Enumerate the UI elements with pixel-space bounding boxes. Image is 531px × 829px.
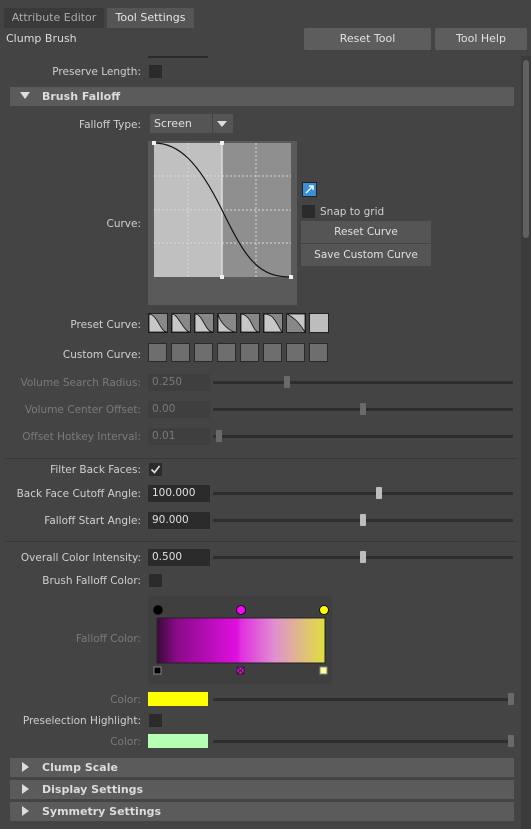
clipped-field <box>148 56 208 58</box>
custom-curve-8[interactable] <box>309 343 328 362</box>
highlight-color-swatch[interactable] <box>148 734 208 748</box>
check-icon <box>150 465 161 474</box>
curve-label: Curve: <box>106 218 141 230</box>
offset-hotkey-interval-field[interactable]: 0.01 <box>148 428 210 445</box>
volume-search-radius-label: Volume Search Radius: <box>20 377 141 389</box>
custom-curve-6[interactable] <box>263 343 282 362</box>
volume-center-offset-handle[interactable] <box>360 403 366 415</box>
falloff-color-ramp[interactable] <box>148 596 332 684</box>
preset-curve-8[interactable] <box>309 313 329 333</box>
tool-settings-panel: Preserve Length: Brush Falloff Falloff T… <box>6 56 518 829</box>
preset-curve-4[interactable] <box>217 313 237 333</box>
preset-curve-2[interactable] <box>171 313 191 333</box>
expand-arrow-icon <box>22 762 29 772</box>
filter-back-faces-label: Filter Back Faces: <box>50 464 141 476</box>
custom-curve-3[interactable] <box>194 343 213 362</box>
falloff-type-value: Screen <box>154 117 192 130</box>
save-custom-curve-button[interactable]: Save Custom Curve <box>301 244 431 266</box>
tab-tool-settings[interactable]: Tool Settings <box>107 8 194 28</box>
curve-editor-frame <box>148 141 297 305</box>
section-clump-scale[interactable]: Clump Scale <box>10 758 514 777</box>
dropdown-divider <box>212 114 213 133</box>
color-slider-handle[interactable] <box>508 693 514 705</box>
collapse-arrow-icon <box>20 92 30 99</box>
volume-search-radius-track[interactable] <box>213 381 513 384</box>
preserve-length-label: Preserve Length: <box>52 66 141 78</box>
preset-curve-label: Preset Curve: <box>70 319 141 331</box>
offset-hotkey-interval-handle[interactable] <box>216 430 222 442</box>
tab-attribute-editor[interactable]: Attribute Editor <box>4 8 104 28</box>
section-title: Clump Scale <box>42 761 118 774</box>
preset-curve-6[interactable] <box>263 313 283 333</box>
reset-tool-button[interactable]: Reset Tool <box>304 28 431 50</box>
overall-color-intensity-handle[interactable] <box>360 551 366 563</box>
falloff-type-label: Falloff Type: <box>79 119 141 131</box>
back-face-cutoff-angle-handle[interactable] <box>376 487 382 499</box>
tool-help-button[interactable]: Tool Help <box>435 28 527 50</box>
color-label: Color: <box>110 694 141 706</box>
custom-curve-1[interactable] <box>148 343 167 362</box>
volume-center-offset-label: Volume Center Offset: <box>24 404 141 416</box>
falloff-start-angle-field[interactable]: 90.000 <box>148 512 210 529</box>
brush-falloff-color-checkbox[interactable] <box>149 574 162 587</box>
highlight-color-slider-track[interactable] <box>213 740 513 743</box>
preselection-highlight-checkbox[interactable] <box>149 714 162 727</box>
brush-falloff-color-label: Brush Falloff Color: <box>42 575 141 587</box>
expand-arrow-icon <box>22 784 29 794</box>
scrollbar-thumb[interactable] <box>523 60 529 238</box>
section-title: Display Settings <box>42 783 144 796</box>
preset-curve-7[interactable] <box>286 313 306 333</box>
falloff-start-angle-handle[interactable] <box>360 514 366 526</box>
section-title: Symmetry Settings <box>42 805 162 818</box>
back-face-cutoff-angle-field[interactable]: 100.000 <box>148 485 210 502</box>
snap-to-grid-checkbox[interactable] <box>302 205 315 218</box>
offset-hotkey-interval-track[interactable] <box>213 435 513 438</box>
custom-curve-7[interactable] <box>286 343 305 362</box>
divider <box>6 458 518 459</box>
falloff-type-dropdown[interactable]: Screen <box>150 114 233 133</box>
falloff-start-angle-label: Falloff Start Angle: <box>44 515 141 527</box>
volume-search-radius-field[interactable]: 0.250 <box>148 374 210 391</box>
section-display-settings[interactable]: Display Settings <box>10 780 514 799</box>
custom-curve-4[interactable] <box>217 343 236 362</box>
snap-to-grid-label: Snap to grid <box>320 206 385 218</box>
volume-search-radius-handle[interactable] <box>284 376 290 388</box>
expand-curve-icon[interactable] <box>302 182 317 197</box>
reset-curve-button[interactable]: Reset Curve <box>301 221 431 243</box>
custom-curve-label: Custom Curve: <box>62 349 141 361</box>
back-face-cutoff-angle-track[interactable] <box>213 492 513 495</box>
curve-graph[interactable] <box>148 141 297 305</box>
chevron-down-icon <box>217 121 227 127</box>
section-symmetry-settings[interactable]: Symmetry Settings <box>10 802 514 821</box>
filter-back-faces-checkbox[interactable] <box>149 463 162 476</box>
volume-center-offset-field[interactable]: 0.00 <box>148 401 210 418</box>
tab-bar: Attribute Editor Tool Settings <box>0 8 531 28</box>
custom-curve-5[interactable] <box>240 343 259 362</box>
color-slider-track[interactable] <box>213 698 513 701</box>
expand-arrow-icon <box>22 806 29 816</box>
falloff-color-label: Falloff Color: <box>75 633 141 645</box>
tool-header: Clump Brush Reset Tool Tool Help <box>0 28 531 56</box>
overall-color-intensity-field[interactable]: 0.500 <box>148 549 210 566</box>
preset-curve-1[interactable] <box>148 313 168 333</box>
section-brush-falloff[interactable]: Brush Falloff <box>10 87 514 106</box>
section-title: Brush Falloff <box>42 90 121 103</box>
back-face-cutoff-angle-label: Back Face Cutoff Angle: <box>16 488 141 500</box>
highlight-color-label: Color: <box>110 736 141 748</box>
preserve-length-checkbox[interactable] <box>149 65 162 78</box>
color-swatch[interactable] <box>148 692 208 706</box>
preset-curve-3[interactable] <box>194 313 214 333</box>
offset-hotkey-interval-label: Offset Hotkey Interval: <box>22 431 141 443</box>
scrollbar[interactable] <box>521 56 531 829</box>
overall-color-intensity-label: Overall Color Intensity: <box>20 552 141 564</box>
divider <box>6 541 518 542</box>
highlight-color-slider-handle[interactable] <box>508 735 514 747</box>
tool-title: Clump Brush <box>6 32 77 45</box>
preset-curve-5[interactable] <box>240 313 260 333</box>
custom-curve-2[interactable] <box>171 343 190 362</box>
preselection-highlight-label: Preselection Highlight: <box>22 715 141 727</box>
